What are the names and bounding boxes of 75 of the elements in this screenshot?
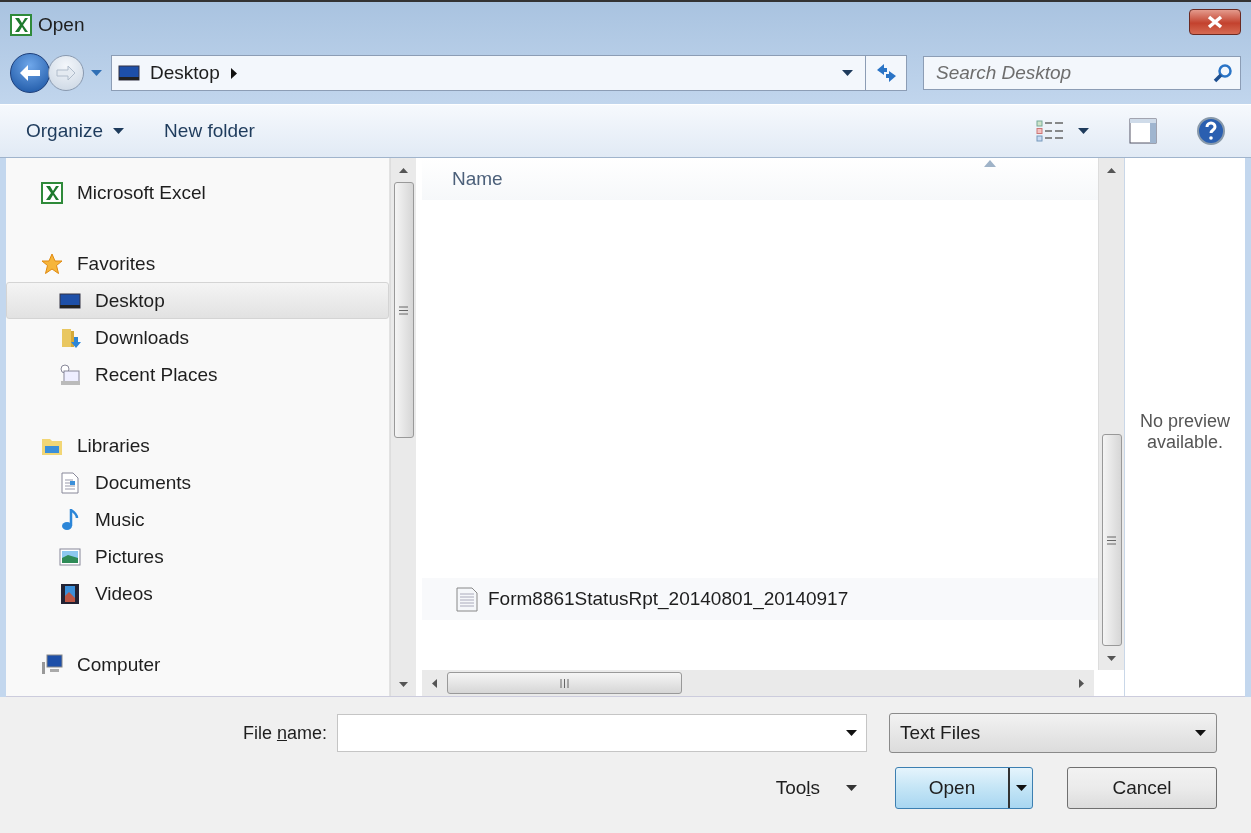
caret-icon	[846, 730, 857, 737]
up-arrow-icon	[1107, 165, 1116, 175]
down-arrow-icon	[1107, 653, 1116, 663]
toolbar-button[interactable]: New folder	[164, 116, 255, 146]
window-title: Open	[38, 14, 86, 36]
caret-icon	[846, 784, 857, 792]
close-icon	[1206, 15, 1224, 29]
text-file-icon	[456, 586, 478, 612]
scrollbar[interactable]	[1098, 158, 1124, 670]
preview-pane-button[interactable]	[1129, 118, 1157, 144]
down-arrow-icon	[399, 679, 408, 689]
nav-item[interactable]: Documents	[6, 464, 389, 501]
music-note-icon	[59, 508, 81, 531]
up-arrow-icon	[399, 165, 408, 175]
sort-up-icon	[984, 160, 996, 167]
grip-icon	[1107, 535, 1116, 545]
caret-icon	[1195, 729, 1206, 737]
details-view-icon	[1036, 120, 1064, 142]
back-button[interactable]	[10, 53, 50, 93]
nav-item[interactable]: Recent Places	[6, 356, 389, 393]
help-icon	[1197, 117, 1225, 145]
right-arrow-icon	[1077, 678, 1086, 688]
scroll-thumb[interactable]	[393, 182, 414, 438]
nav-item[interactable]: Desktop	[6, 282, 389, 319]
left-arrow-icon	[430, 678, 439, 688]
history-dropdown[interactable]	[88, 69, 105, 77]
monitor-icon	[118, 62, 140, 84]
cancel-button[interactable]: Cancel	[1067, 767, 1217, 809]
nav-item[interactable]: Favorites	[6, 245, 389, 282]
nav-item[interactable]: Downloads	[6, 319, 389, 356]
breadcrumb[interactable]: Desktop	[112, 56, 244, 90]
caret-icon	[113, 127, 125, 135]
caret-icon	[842, 69, 853, 77]
open-button[interactable]: Open	[895, 767, 1033, 809]
file-name-label: File name:	[242, 722, 327, 744]
file-row[interactable]: Form8861StatusRpt_20140801_20140917	[422, 578, 1098, 620]
caret-icon	[1015, 784, 1027, 792]
tools-menu[interactable]: Tools	[775, 777, 857, 799]
nav-item[interactable]: Pictures	[6, 538, 389, 575]
picture-icon	[59, 545, 81, 568]
forward-arrow-icon	[56, 65, 76, 81]
view-menu-button[interactable]	[1036, 120, 1089, 142]
search-icon	[1213, 63, 1233, 83]
file-type-dropdown[interactable]: Text Files	[889, 713, 1217, 753]
search-field[interactable]: Search Desktop	[923, 56, 1241, 90]
nav-item[interactable]: Music	[6, 501, 389, 538]
film-strip-icon	[59, 582, 81, 605]
scroll-thumb[interactable]	[1101, 434, 1122, 646]
name-column-header[interactable]: Name	[452, 168, 503, 190]
caret-icon	[91, 69, 102, 77]
back-arrow-icon	[19, 64, 41, 82]
grip-icon	[560, 678, 569, 688]
nav-item[interactable]: Videos	[6, 575, 389, 612]
horizontal-scrollbar[interactable]	[422, 670, 1094, 696]
scroll-thumb[interactable]	[447, 672, 682, 694]
close-button[interactable]	[1189, 9, 1241, 35]
folder-icon	[59, 326, 81, 349]
preview-message: No preview available.	[1138, 411, 1231, 453]
computer-icon	[41, 653, 63, 676]
preview-pane-icon	[1129, 118, 1157, 144]
nav-item[interactable]: Computer	[6, 646, 389, 683]
file-name-field[interactable]	[337, 714, 867, 752]
caret-icon	[1078, 127, 1089, 135]
chevron-icon	[229, 67, 238, 79]
scrollbar[interactable]	[390, 158, 416, 696]
toolbar-button[interactable]: Organize	[26, 116, 125, 146]
star-icon	[41, 252, 63, 275]
grip-icon	[399, 305, 408, 315]
help-button[interactable]	[1197, 117, 1225, 145]
spreadsheet-icon	[10, 14, 32, 36]
nav-item[interactable]: Microsoft Excel	[6, 174, 389, 211]
nav-item[interactable]: Libraries	[6, 427, 389, 464]
document-icon	[59, 471, 81, 494]
recent-places-icon	[59, 363, 81, 386]
spreadsheet-icon	[41, 181, 63, 204]
